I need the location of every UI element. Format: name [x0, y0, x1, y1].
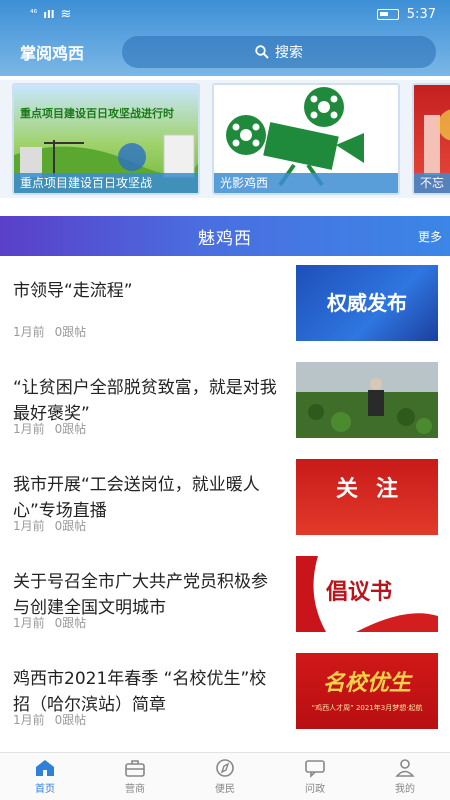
article-list: 市领导“走流程” 1月前 0跟帖 权威发布 “让贫困户全部脱贫致富，就是对我最好… [0, 256, 450, 741]
thumbnail-text: 名校优生 [322, 671, 411, 696]
section-title: 魅鸡西 [198, 228, 252, 249]
tab-home[interactable]: 首页 [0, 753, 90, 800]
article-replies: 0跟帖 [54, 616, 87, 630]
status-time: 5:37 [406, 6, 436, 22]
signal-icon: ıll [43, 7, 55, 21]
article-meta: 1月前 0跟帖 [13, 711, 86, 728]
top-bar: ⁴⁶ ıll ≋ 5:37 掌阅鸡西 搜索 [0, 0, 450, 76]
battery-icon [376, 8, 399, 20]
tab-inquiry[interactable]: 问政 [270, 753, 360, 800]
network-type-indicator: ⁴⁶ [30, 9, 38, 19]
article-thumbnail: 关注 [296, 459, 438, 535]
banner-card-project[interactable]: 重点项目建设百日攻坚战进行时 重点项目建设百日攻坚战 [12, 83, 200, 195]
article-time: 1月前 [13, 713, 45, 727]
tab-label: 我的 [395, 784, 415, 795]
article-meta: 1月前 0跟帖 [13, 517, 86, 534]
tab-label: 营商 [125, 784, 145, 795]
list-item[interactable]: “让贫困户全部脱贫致富，就是对我最好褒奖” 1月前 0跟帖 [0, 353, 450, 450]
list-item[interactable]: 我市开展“工会送岗位，就业暖人心”专场直播 1月前 0跟帖 关注 [0, 450, 450, 547]
list-item[interactable]: 鸡西市2021年春季 “名校优生”校招（哈尔滨站）简章 1月前 0跟帖 名校优生… [0, 644, 450, 741]
article-time: 1月前 [13, 616, 45, 630]
briefcase-icon [125, 760, 145, 777]
banner-card-film[interactable]: 光影鸡西 [212, 83, 400, 195]
search-bar[interactable]: 搜索 [122, 36, 436, 68]
tab-services[interactable]: 便民 [180, 753, 270, 800]
bottom-tab-bar: 首页 营商 便民 问政 我的 [0, 752, 450, 800]
article-time: 1月前 [13, 519, 45, 533]
tab-profile[interactable]: 我的 [360, 753, 450, 800]
status-bar: ⁴⁶ ıll ≋ 5:37 [0, 0, 450, 28]
list-item[interactable]: 关于号召全市广大共产党员积极参与创建全国文明城市 1月前 0跟帖 倡议书 [0, 547, 450, 644]
chat-icon [305, 760, 325, 778]
section-header: 魅鸡西 更多 [0, 216, 450, 256]
banner-card-partial[interactable]: 不忘 [412, 83, 450, 195]
app-header: 掌阅鸡西 搜索 [0, 28, 450, 76]
article-thumbnail: 倡议书 [296, 556, 438, 632]
article-replies: 0跟帖 [54, 422, 87, 436]
list-item[interactable]: 市领导“走流程” 1月前 0跟帖 权威发布 [0, 256, 450, 353]
banner-caption: 重点项目建设百日攻坚战 [14, 173, 198, 193]
article-meta: 1月前 0跟帖 [13, 420, 86, 437]
more-link[interactable]: 更多 [418, 228, 442, 245]
banner-caption: 不忘 [414, 173, 450, 193]
thumbnail-text: 倡议书 [326, 580, 393, 605]
home-icon [36, 760, 54, 776]
article-replies: 0跟帖 [54, 325, 87, 339]
status-right: 5:37 [376, 6, 436, 22]
field-photo [296, 362, 438, 438]
article-thumbnail: 名校优生 “鸡西人才周” 2021年3月梦想·起航 [296, 653, 438, 729]
search-label: 搜索 [275, 45, 303, 61]
article-thumbnail [296, 362, 438, 438]
tab-label: 首页 [35, 784, 55, 795]
article-meta: 1月前 0跟帖 [13, 614, 86, 631]
tab-label: 问政 [305, 784, 325, 795]
article-replies: 0跟帖 [54, 713, 87, 727]
thumbnail-subtext: “鸡西人才周” 2021年3月梦想·起航 [311, 704, 423, 712]
article-meta: 1月前 0跟帖 [13, 323, 86, 340]
wifi-icon: ≋ [60, 6, 72, 22]
status-left: ⁴⁶ ıll ≋ [30, 7, 71, 22]
search-icon [255, 45, 269, 59]
person-icon [395, 759, 415, 777]
tab-business[interactable]: 营商 [90, 753, 180, 800]
banner-caption: 光影鸡西 [214, 173, 398, 193]
thumbnail-text: 关注 [335, 477, 416, 502]
tab-label: 便民 [215, 784, 235, 795]
article-title: 市领导“走流程” [13, 281, 133, 301]
article-replies: 0跟帖 [54, 519, 87, 533]
article-time: 1月前 [13, 422, 45, 436]
compass-icon [216, 759, 234, 777]
article-time: 1月前 [13, 325, 45, 339]
app-title: 掌阅鸡西 [20, 44, 85, 63]
thumbnail-text: 权威发布 [327, 291, 407, 315]
banner-carousel[interactable]: 重点项目建设百日攻坚战进行时 重点项目建设百日攻坚战 光影鸡西 不忘 [0, 80, 450, 198]
article-thumbnail: 权威发布 [296, 265, 438, 341]
